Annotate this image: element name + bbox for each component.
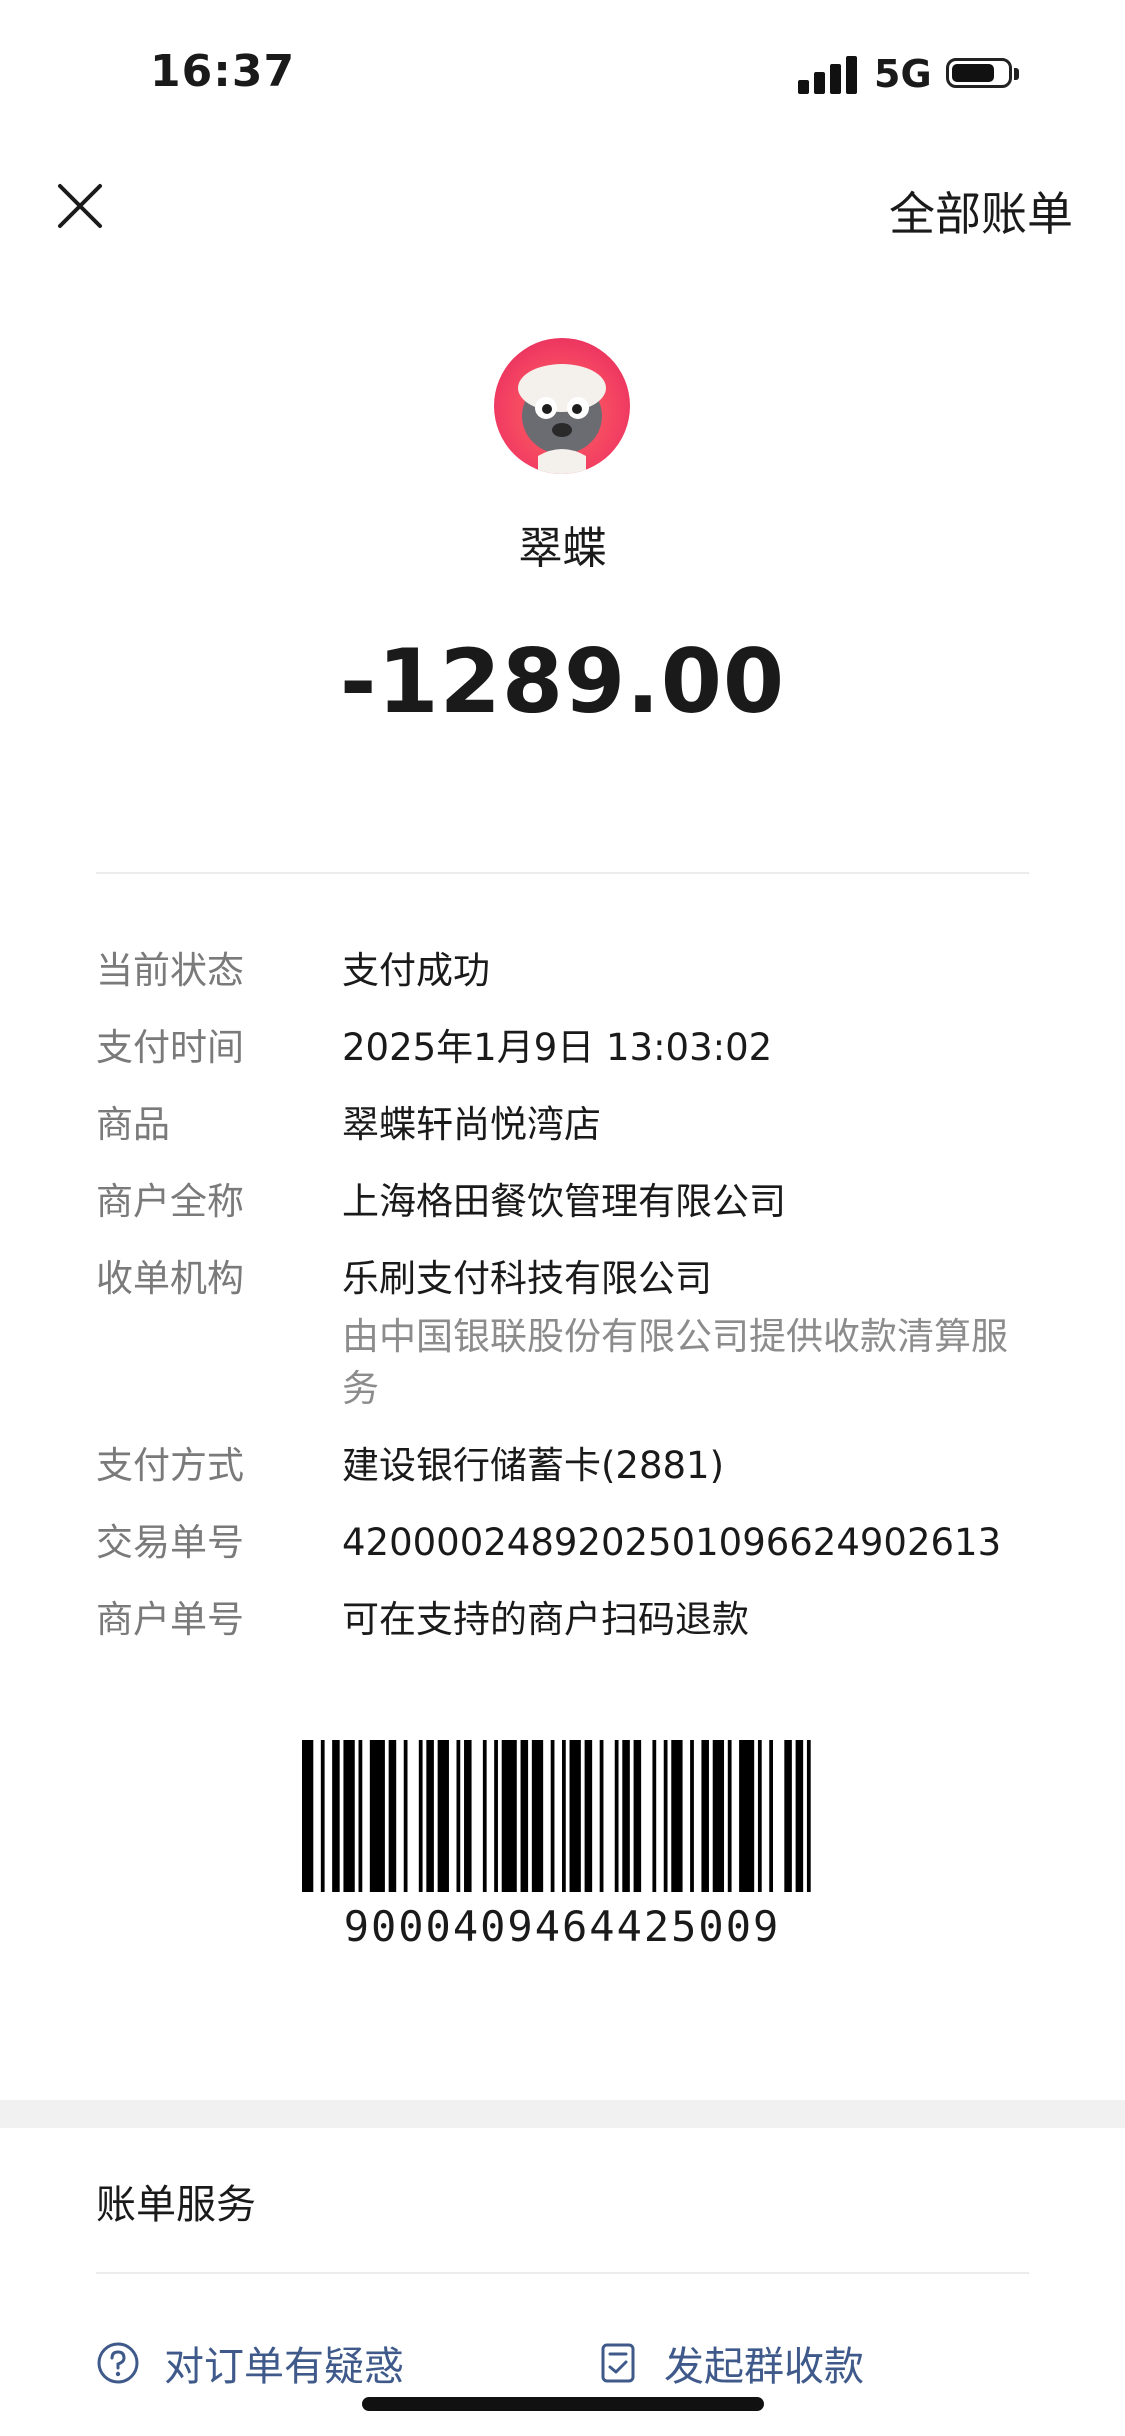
- divider: [96, 2272, 1029, 2274]
- group-collect-button[interactable]: 发起群收款: [596, 2334, 864, 2392]
- detail-label: 交易单号: [96, 1521, 244, 1564]
- detail-value: 4200002489202501096624902613: [342, 1521, 1002, 1564]
- home-indicator[interactable]: [362, 2397, 764, 2411]
- detail-value: 上海格田餐饮管理有限公司: [342, 1180, 786, 1223]
- detail-row-transaction-id: 交易单号 4200002489202501096624902613: [96, 1517, 1036, 1569]
- detail-label: 商品: [96, 1103, 170, 1146]
- close-icon: [58, 184, 102, 228]
- network-type: 5G: [874, 52, 932, 96]
- service-actions: 对订单有疑惑 发起群收款: [96, 2334, 1036, 2394]
- detail-subtext: 由中国银联股份有限公司提供收款清算服务: [342, 1315, 1008, 1410]
- payment-amount: -1289.00: [339, 630, 786, 733]
- detail-row-time: 支付时间 2025年1月9日 13:03:02: [96, 1022, 1036, 1074]
- mascot-icon: [518, 364, 606, 474]
- detail-label: 当前状态: [96, 949, 244, 992]
- detail-row-product: 商品 翠蝶轩尚悦湾店: [96, 1099, 1036, 1151]
- status-time: 16:37: [150, 46, 296, 97]
- detail-row-merchant-fullname: 商户全称 上海格田餐饮管理有限公司: [96, 1176, 1036, 1228]
- detail-label: 支付时间: [96, 1026, 244, 1069]
- detail-label: 支付方式: [96, 1444, 244, 1487]
- barcode-number: 9000409464425009: [343, 1902, 781, 1951]
- battery-icon: [946, 58, 1019, 92]
- status-bar: 16:37 5G: [0, 0, 1125, 140]
- detail-row-status: 当前状态 支付成功: [96, 945, 1036, 997]
- detail-label: 收单机构: [96, 1257, 244, 1300]
- all-bills-link[interactable]: 全部账单: [889, 178, 1073, 244]
- action-label: 发起群收款: [664, 2344, 864, 2390]
- section-separator: [0, 2100, 1125, 2128]
- order-question-button[interactable]: 对订单有疑惑: [96, 2334, 404, 2392]
- nav-bar: 全部账单: [0, 160, 1125, 250]
- close-button[interactable]: [52, 178, 108, 234]
- bill-services-title: 账单服务: [96, 2182, 256, 2228]
- cellular-signal-icon: [798, 56, 858, 94]
- detail-row-merchant-order: 商户单号 可在支持的商户扫码退款: [96, 1594, 1036, 1646]
- detail-value: 建设银行储蓄卡(2881): [342, 1444, 725, 1487]
- merchant-avatar: [494, 338, 630, 474]
- detail-value: 2025年1月9日 13:03:02: [342, 1026, 773, 1069]
- detail-value: 翠蝶轩尚悦湾店: [342, 1103, 601, 1146]
- detail-label: 商户全称: [96, 1180, 244, 1223]
- receipt-check-icon: [601, 2343, 635, 2383]
- divider: [96, 872, 1029, 874]
- detail-value: 乐刷支付科技有限公司: [342, 1257, 712, 1300]
- merchant-name: 翠蝶: [518, 523, 607, 574]
- question-circle-icon: [97, 2342, 139, 2384]
- detail-row-acquirer: 收单机构 乐刷支付科技有限公司 由中国银联股份有限公司提供收款清算服务: [96, 1253, 1036, 1415]
- detail-value: 可在支持的商户扫码退款: [342, 1598, 749, 1641]
- detail-label: 商户单号: [96, 1598, 244, 1641]
- transaction-details: 当前状态 支付成功 支付时间 2025年1月9日 13:03:02 商品 翠蝶轩…: [96, 945, 1036, 1671]
- order-barcode[interactable]: 9000409464425009: [302, 1740, 822, 1951]
- action-label: 对订单有疑惑: [164, 2344, 404, 2390]
- detail-value: 支付成功: [342, 949, 490, 992]
- barcode-graphic: [302, 1740, 811, 1892]
- detail-row-payment-method: 支付方式 建设银行储蓄卡(2881): [96, 1440, 1036, 1492]
